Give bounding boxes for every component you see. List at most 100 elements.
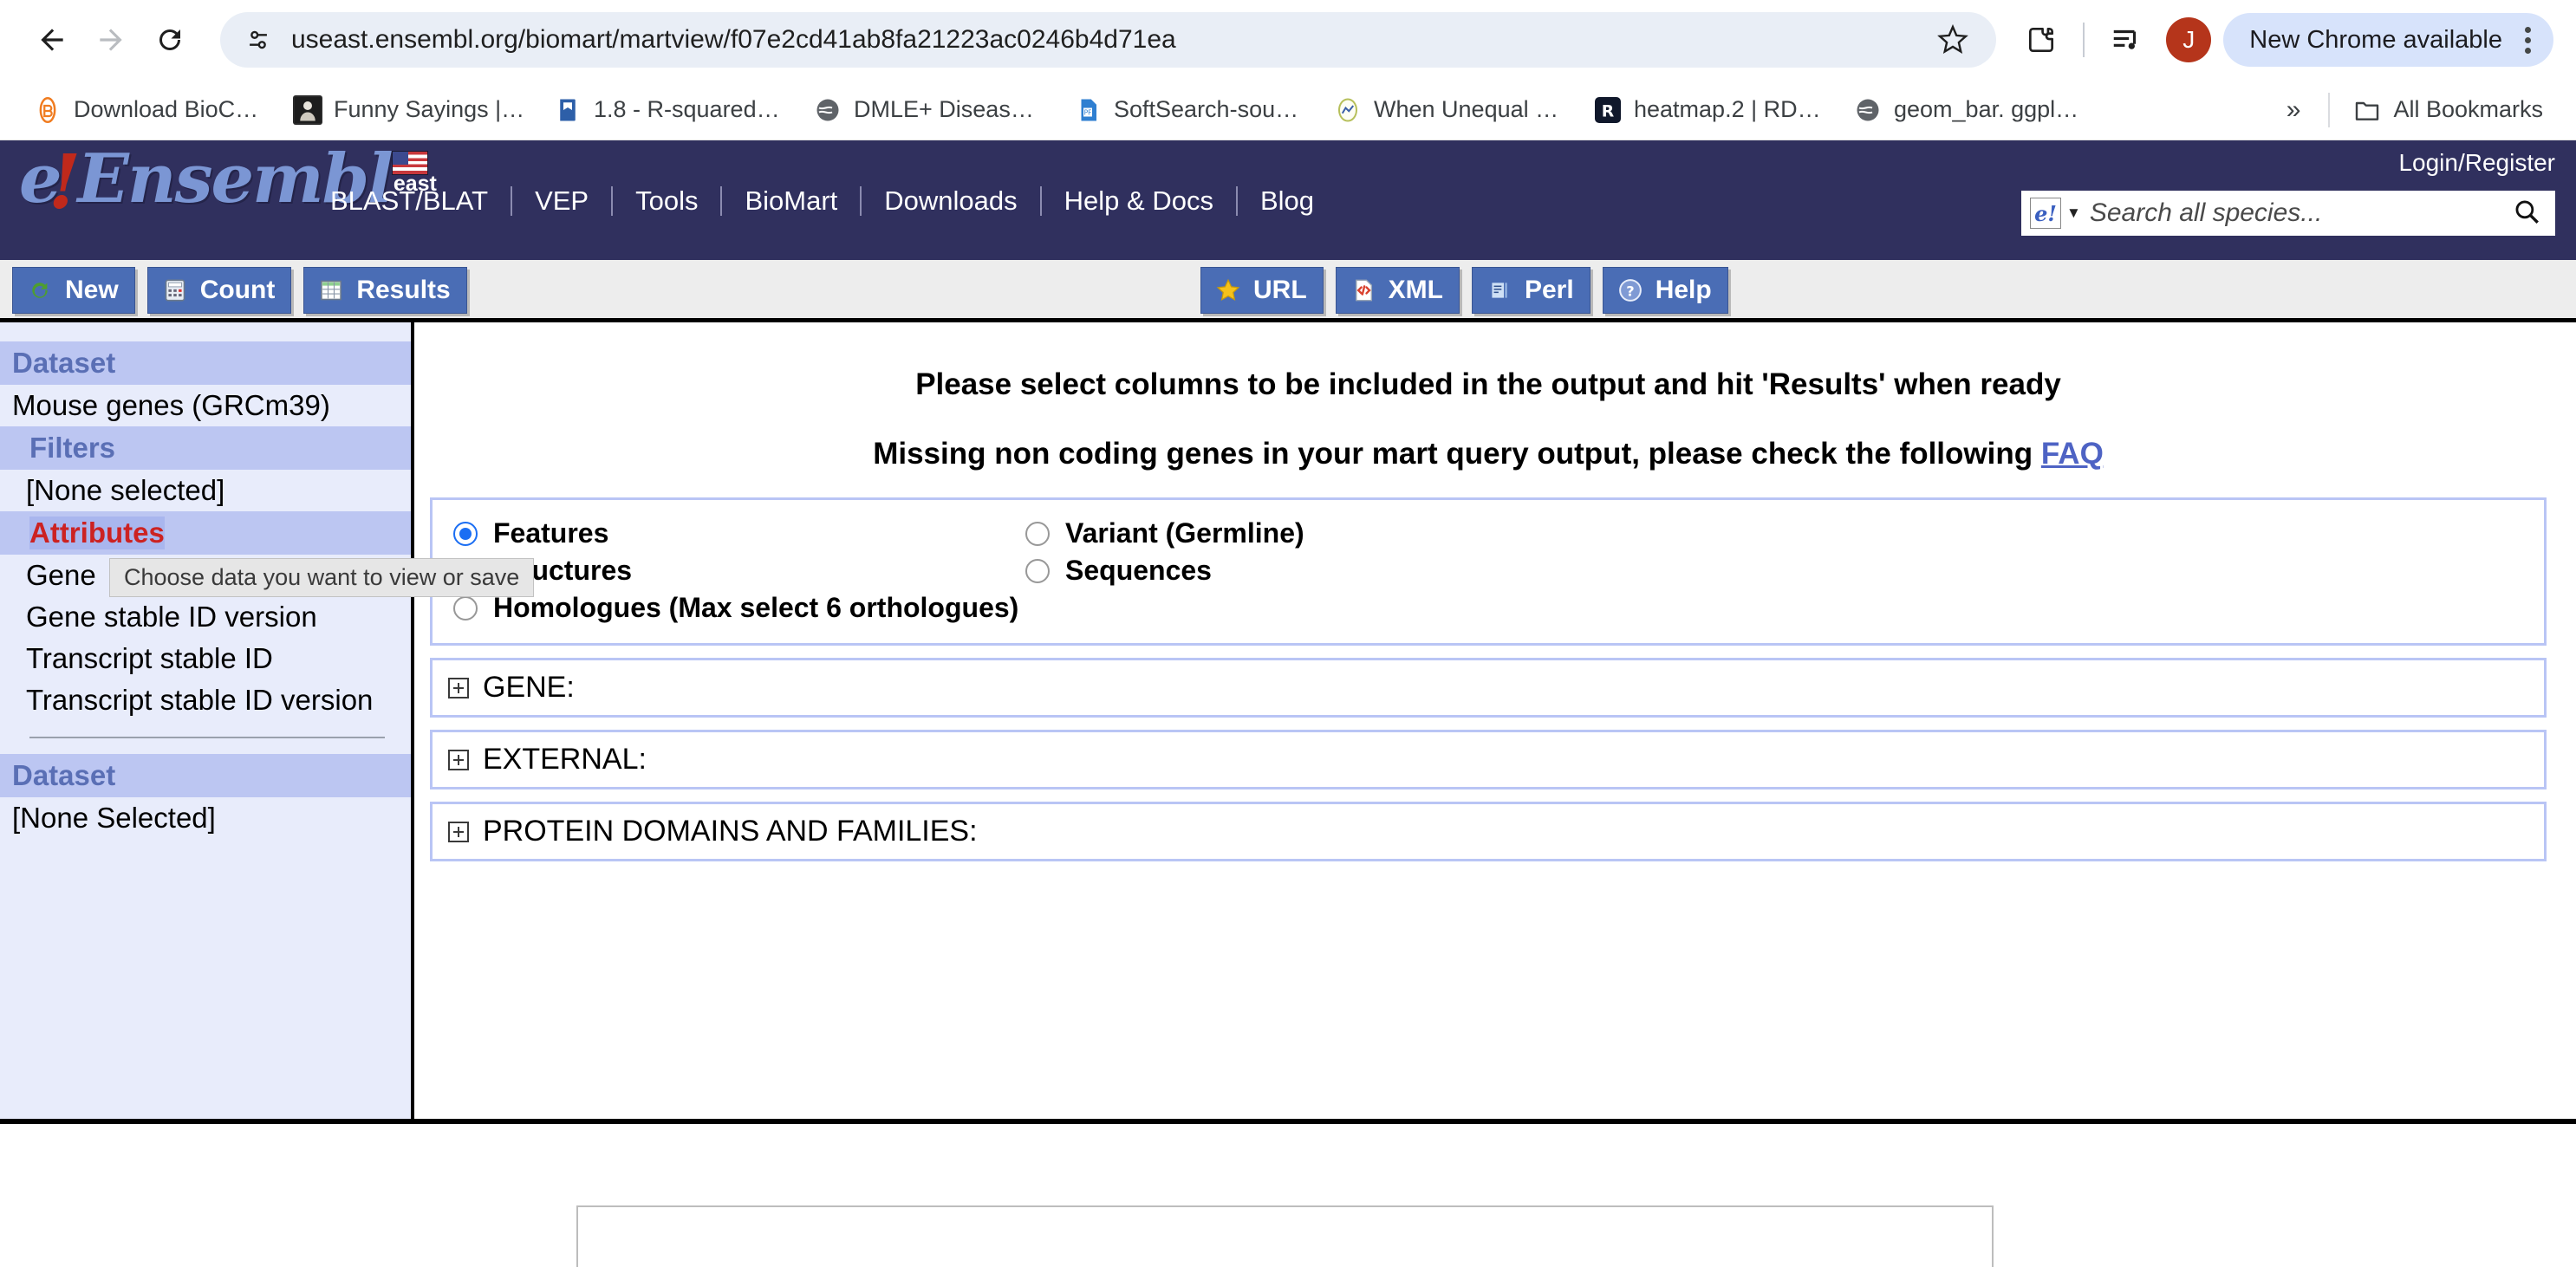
- sidebar-attribute-gene-stable-id-version: Gene stable ID version: [26, 601, 317, 633]
- chevron-double-right-icon[interactable]: »: [2267, 95, 2320, 125]
- nav-blast-blat[interactable]: BLAST/BLAT: [308, 185, 511, 217]
- search-input[interactable]: [2089, 198, 2512, 228]
- section-gene-label: GENE:: [483, 671, 575, 704]
- browser-nav-bar: useast.ensembl.org/biomart/martview/f07e…: [0, 0, 2576, 80]
- biomart-main: Dataset Mouse genes (GRCm39) Filters [No…: [0, 322, 2576, 1124]
- species-search-box[interactable]: e! ▼: [2021, 191, 2555, 236]
- toolbar-divider: [2083, 23, 2085, 57]
- sidebar-dataset2-heading: Dataset: [0, 754, 411, 797]
- xml-button[interactable]: XML: [1335, 267, 1460, 314]
- radio-option-structures[interactable]: Structures: [453, 555, 1025, 587]
- radio-option-homologues[interactable]: Homologues (Max select 6 orthologues): [453, 592, 1025, 624]
- login-register-link[interactable]: Login/Register: [2398, 149, 2555, 177]
- radio-variant-label: Variant (Germline): [1065, 517, 1304, 549]
- ensembl-masthead: e ! Ensembl east BLAST/BLAT VEP Tools Bi…: [0, 140, 2576, 260]
- toolbar-export-actions: URL XML Perl ? Help: [1200, 267, 1728, 314]
- chevron-down-icon[interactable]: ▼: [2066, 205, 2081, 222]
- count-button[interactable]: Count: [146, 267, 292, 314]
- reload-button[interactable]: [140, 10, 199, 69]
- nav-downloads[interactable]: Downloads: [862, 185, 1039, 217]
- section-external[interactable]: EXTERNAL:: [430, 730, 2547, 789]
- all-bookmarks-label: All Bookmarks: [2393, 96, 2543, 122]
- results-button[interactable]: Results: [303, 267, 467, 314]
- nav-tools[interactable]: Tools: [613, 185, 720, 217]
- three-dot-menu-icon[interactable]: [2514, 26, 2541, 54]
- plus-box-icon[interactable]: [448, 677, 469, 698]
- all-bookmarks-button[interactable]: All Bookmarks: [2339, 90, 2557, 130]
- site-settings-icon[interactable]: [239, 21, 277, 59]
- reading-list-icon: [2114, 29, 2137, 49]
- question-circle-icon: ?: [1616, 276, 1645, 305]
- bookmark-item[interactable]: Funny Sayings | sh...: [279, 90, 539, 130]
- book-icon: [553, 95, 582, 125]
- extensions-puzzle-icon: [2029, 27, 2054, 53]
- radio-features-label: Features: [493, 517, 609, 549]
- nav-biomart[interactable]: BioMart: [722, 185, 860, 217]
- reading-list-button[interactable]: [2098, 12, 2154, 68]
- radio-features-icon[interactable]: [453, 521, 478, 546]
- sidebar-attribute-transcript-stable-id-version: Transcript stable ID version: [26, 684, 374, 716]
- search-icon: [2515, 200, 2539, 224]
- nav-help-docs[interactable]: Help & Docs: [1042, 185, 1236, 217]
- extensions-button[interactable]: [2013, 12, 2069, 68]
- table-icon: [316, 276, 346, 305]
- bookmark-star-button[interactable]: [1929, 16, 1977, 64]
- bookmark-label: geom_bar. ggplot...: [1894, 96, 2085, 122]
- attribute-page-selector: Features Structures Homologues (Max sele…: [430, 497, 2547, 646]
- globe-icon: [813, 95, 842, 125]
- bookmark-item[interactable]: R heatmap.2 | RDoc...: [1579, 90, 1839, 130]
- browser-chrome: useast.ensembl.org/biomart/martview/f07e…: [0, 0, 2576, 140]
- help-button[interactable]: ? Help: [1602, 267, 1728, 314]
- radio-variant-icon[interactable]: [1025, 521, 1050, 546]
- chrome-update-label: New Chrome available: [2249, 25, 2502, 54]
- perl-script-icon: [1485, 276, 1514, 305]
- radio-option-features[interactable]: Features: [453, 517, 1025, 549]
- url-button[interactable]: URL: [1200, 267, 1324, 314]
- plus-box-icon[interactable]: [448, 821, 469, 842]
- attribute-page-column-left: Features Structures Homologues (Max sele…: [453, 517, 1025, 624]
- sidebar-attributes-heading-row[interactable]: Attributes: [0, 511, 411, 555]
- bookmark-item[interactable]: 1.8 - R-squared C...: [539, 90, 799, 130]
- sidebar-filters-heading[interactable]: Filters: [0, 426, 411, 470]
- url-text[interactable]: useast.ensembl.org/biomart/martview/f07e…: [291, 25, 1176, 55]
- chrome-update-button[interactable]: New Chrome available: [2223, 13, 2553, 67]
- attributes-tooltip: Choose data you want to view or save: [109, 558, 535, 597]
- back-arrow-icon: [41, 29, 63, 51]
- radio-homologues-icon[interactable]: [453, 595, 478, 621]
- nav-blog[interactable]: Blog: [1238, 185, 1337, 217]
- bookmark-label: heatmap.2 | RDoc...: [1634, 96, 1825, 122]
- sidebar-attributes-heading: Attributes: [29, 517, 165, 549]
- section-gene[interactable]: GENE:: [430, 658, 2547, 718]
- sidebar-dataset2-value[interactable]: [None Selected]: [0, 797, 411, 839]
- bookmark-item[interactable]: When Unequal Sa...: [1319, 90, 1579, 130]
- nav-vep[interactable]: VEP: [512, 185, 611, 217]
- radio-sequences-icon[interactable]: [1025, 558, 1050, 583]
- radio-option-sequences[interactable]: Sequences: [1025, 555, 1304, 587]
- new-button[interactable]: New: [12, 267, 135, 314]
- star-yellow-icon: [1213, 276, 1243, 305]
- sidebar-dataset-value[interactable]: Mouse genes (GRCm39): [0, 385, 411, 426]
- bookmark-label: 1.8 - R-squared C...: [594, 96, 785, 122]
- profile-avatar[interactable]: J: [2166, 17, 2212, 62]
- xml-button-label: XML: [1388, 276, 1443, 304]
- svg-text:PF: PF: [1084, 108, 1092, 116]
- section-protein-domains[interactable]: PROTEIN DOMAINS AND FAMILIES:: [430, 802, 2547, 861]
- bookmark-item[interactable]: Download BioCyc...: [19, 90, 279, 130]
- bookmark-item[interactable]: DMLE+ Disease M...: [799, 90, 1059, 130]
- perl-button[interactable]: Perl: [1471, 267, 1590, 314]
- page-title: Please select columns to be included in …: [915, 367, 2061, 401]
- address-bar[interactable]: useast.ensembl.org/biomart/martview/f07e…: [220, 12, 1997, 68]
- faq-link[interactable]: FAQ: [2041, 437, 2104, 471]
- radio-option-variant-germline[interactable]: Variant (Germline): [1025, 517, 1304, 549]
- chart-icon: [1333, 95, 1363, 125]
- forward-button[interactable]: [81, 10, 140, 69]
- back-button[interactable]: [23, 10, 81, 69]
- sidebar-divider: [29, 737, 385, 738]
- plus-box-icon[interactable]: [448, 749, 469, 770]
- biomart-toolbar: New Count Results URL XML Perl ? Help: [0, 260, 2576, 322]
- bookmark-item[interactable]: PF SoftSearch-sourc...: [1059, 90, 1319, 130]
- query-summary-sidebar: Dataset Mouse genes (GRCm39) Filters [No…: [0, 322, 535, 1119]
- bookmark-item[interactable]: geom_bar. ggplot...: [1839, 90, 2099, 130]
- perl-button-label: Perl: [1524, 276, 1574, 304]
- search-submit-button[interactable]: [2512, 197, 2547, 231]
